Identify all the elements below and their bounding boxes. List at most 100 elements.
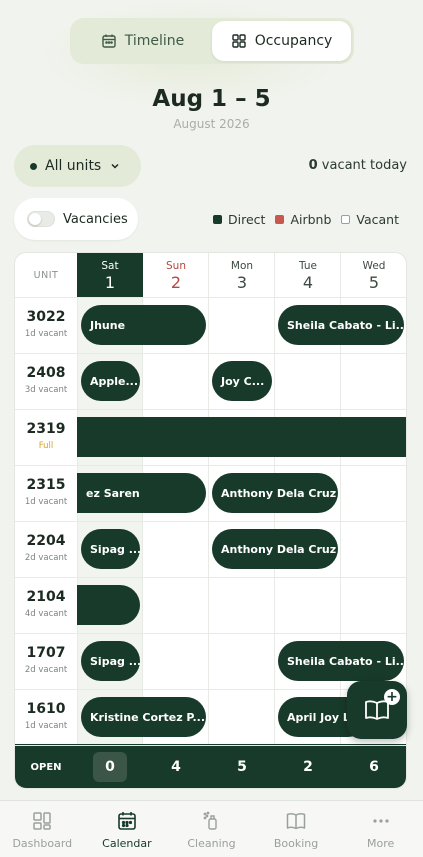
chevron-down-icon	[111, 163, 119, 169]
status-text: Full	[38, 441, 54, 451]
legend-swatch	[341, 215, 351, 224]
tab-timeline[interactable]: Timeline	[73, 21, 212, 61]
booking-bar[interactable]	[77, 585, 140, 625]
status-text: d vacant	[30, 497, 68, 507]
tab-timeline-label: Timeline	[124, 33, 185, 49]
dashboard-icon	[33, 812, 52, 830]
tab-occupancy[interactable]: Occupancy	[212, 21, 351, 61]
grid-column-line	[208, 253, 209, 744]
unit-status: 1d vacant	[15, 721, 77, 731]
tab-booking[interactable]: Booking	[254, 801, 339, 857]
legend-label: Vacant	[356, 212, 400, 227]
tab-more[interactable]: More	[338, 801, 423, 857]
status-text: d vacant	[30, 385, 68, 395]
day-name: Wed	[362, 260, 386, 272]
vacant-count: 0	[308, 158, 318, 173]
open-label: OPEN	[30, 761, 62, 773]
booking-bar[interactable]: Sheila Cabato - Li...	[278, 305, 404, 345]
open-count-value: 0	[93, 752, 127, 782]
booking-bar[interactable]: Sipag ...	[81, 641, 140, 681]
open-count-value: 4	[171, 759, 181, 775]
booking-bar[interactable]: Anthony Dela Cruz	[212, 529, 338, 569]
day-date: 1	[104, 273, 116, 292]
unit-cell[interactable]: 1707 2d vacant	[15, 633, 77, 689]
tab-label: Dashboard	[12, 837, 73, 850]
unit-number: 1610	[26, 701, 66, 717]
open-count-value: 5	[237, 759, 247, 775]
day-date: 2	[170, 273, 182, 292]
bottom-tab-bar: Dashboard Calendar Cleaning Booking More	[0, 800, 423, 857]
status-dot	[30, 162, 37, 170]
day-date: 5	[368, 273, 380, 292]
open-count-value: 6	[369, 759, 379, 775]
unit-cell[interactable]: 2315 1d vacant	[15, 465, 77, 521]
unit-cell[interactable]: 1610 1d vacant	[15, 689, 77, 745]
tab-cleaning[interactable]: Cleaning	[169, 801, 254, 857]
open-count: 4	[143, 744, 209, 788]
unit-status: 3d vacant	[15, 385, 77, 395]
day-header[interactable]: Sun 2	[143, 253, 209, 297]
unit-column-header: UNIT	[33, 269, 59, 281]
status-text: d vacant	[30, 609, 68, 619]
booking-bar[interactable]: ez Saren	[77, 473, 206, 513]
booking-bar[interactable]: Sipag ...	[81, 529, 140, 569]
unit-number: 2104	[26, 589, 66, 605]
units-dropdown-label: All units	[45, 158, 102, 174]
vacancies-label: Vacancies	[63, 211, 128, 227]
unit-cell[interactable]: 3022 1d vacant	[15, 297, 77, 353]
toggle-switch[interactable]	[27, 211, 55, 227]
unit-cell[interactable]: 2319 Full	[15, 409, 77, 465]
legend-label: Airbnb	[290, 212, 332, 227]
unit-number: 2204	[26, 533, 66, 549]
unit-number: 2315	[26, 477, 66, 493]
add-booking-button[interactable]: +	[347, 681, 407, 739]
legend: Direct Airbnb Vacant	[213, 212, 399, 227]
booking-bar[interactable]: Anthony Dela Cruz	[212, 473, 338, 513]
status-text: d vacant	[30, 721, 68, 731]
day-date: 3	[236, 273, 248, 292]
status-text: d vacant	[30, 553, 68, 563]
grid-icon	[231, 34, 246, 48]
booking-bar[interactable]: Kristine Cortez P...	[81, 697, 206, 737]
booking-bar[interactable]: Apple...	[81, 361, 140, 401]
unit-status: 2d vacant	[15, 665, 77, 675]
unit-cell[interactable]: 2408 3d vacant	[15, 353, 77, 409]
book-icon	[286, 813, 306, 830]
open-count: 6	[341, 744, 406, 788]
vacant-today-label: vacant today	[317, 158, 407, 173]
day-name: Tue	[299, 260, 317, 272]
booking-bar[interactable]: Jhune	[81, 305, 206, 345]
unit-cell[interactable]: 2204 2d vacant	[15, 521, 77, 577]
day-header[interactable]: Tue 4	[275, 253, 341, 297]
units-dropdown[interactable]: All units	[14, 145, 141, 187]
view-switcher: Timeline Occupancy	[70, 18, 354, 64]
legend-label: Direct	[228, 212, 266, 227]
booking-bar[interactable]: Sheila Cabato - Li...	[278, 641, 404, 681]
legend-swatch	[275, 215, 285, 224]
legend-vacant: Vacant	[341, 212, 399, 227]
tab-calendar[interactable]: Calendar	[85, 801, 170, 857]
legend-airbnb: Airbnb	[275, 212, 331, 227]
booking-bar[interactable]: Joy C...	[212, 361, 272, 401]
unit-cell[interactable]: 2104 4d vacant	[15, 577, 77, 633]
day-header[interactable]: Mon 3	[209, 253, 275, 297]
open-count-value: 2	[303, 759, 313, 775]
day-name: Sat	[101, 260, 119, 272]
tab-label: Booking	[273, 837, 319, 850]
cleaning-icon	[204, 811, 218, 830]
legend-direct: Direct	[213, 212, 265, 227]
grid-row-line	[15, 745, 406, 746]
vacancies-toggle[interactable]: Vacancies	[14, 198, 138, 240]
status-text: d vacant	[30, 329, 68, 339]
tab-dashboard[interactable]: Dashboard	[0, 801, 85, 857]
day-header[interactable]: Sat 1	[77, 253, 143, 297]
unit-number: 2319	[26, 421, 66, 437]
unit-status: 1d vacant	[15, 497, 77, 507]
booking-bar[interactable]	[77, 417, 406, 457]
unit-number: 1707	[26, 645, 66, 661]
unit-status: Full	[15, 441, 77, 451]
day-header[interactable]: Wed 5	[341, 253, 406, 297]
plus-icon: +	[384, 689, 400, 705]
tab-label: More	[367, 837, 395, 850]
day-date: 4	[302, 273, 314, 292]
